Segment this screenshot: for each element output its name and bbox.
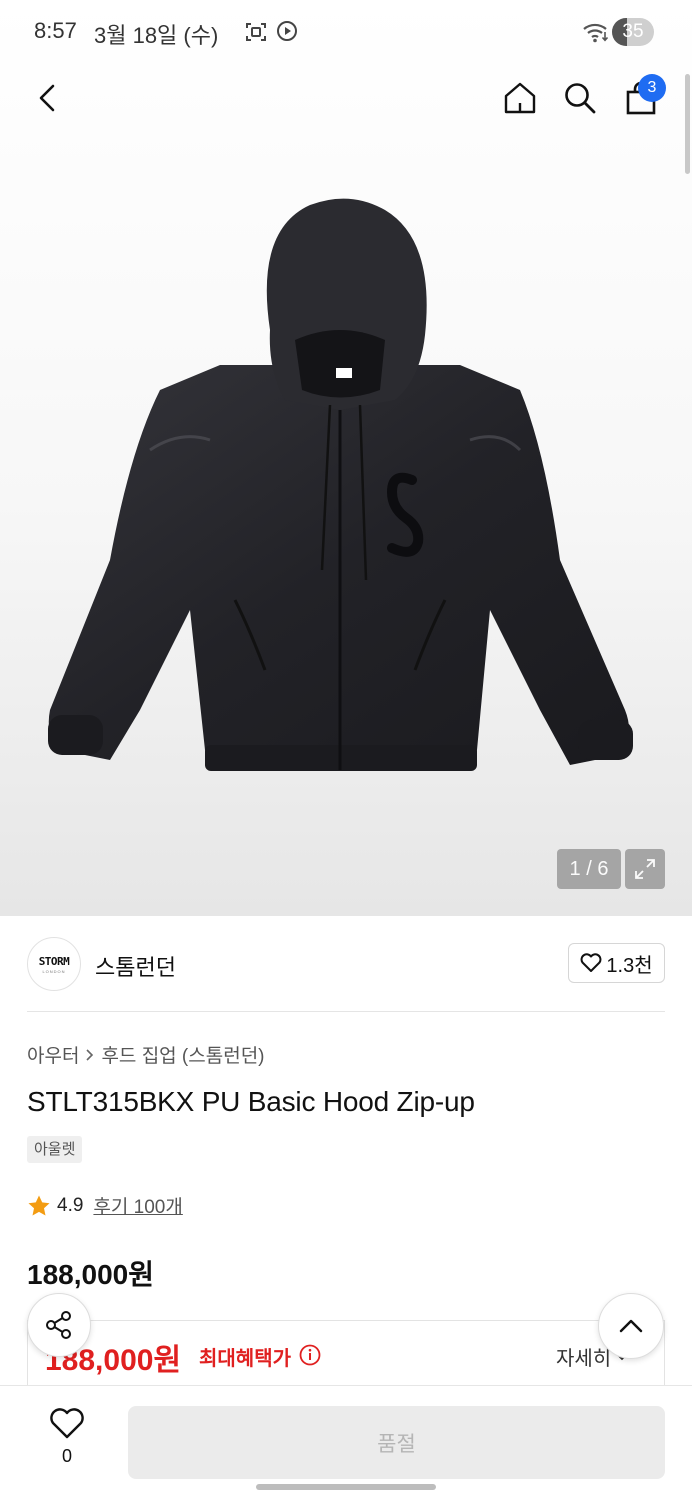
heart-icon [580, 953, 602, 972]
home-icon [504, 82, 536, 114]
search-icon [565, 83, 596, 114]
detail-label: 자세히 [556, 1348, 612, 1370]
breadcrumb-category[interactable]: 아우터 [27, 1041, 79, 1068]
divider [27, 1011, 665, 1012]
cart-count-badge: 3 [638, 74, 666, 102]
scroll-to-top-button[interactable] [598, 1293, 664, 1359]
home-indicator[interactable] [256, 1484, 436, 1490]
expand-image-button[interactable] [625, 849, 665, 889]
status-time: 8:57 [34, 18, 77, 43]
product-title: STLT315BKX PU Basic Hood Zip-up [27, 1086, 475, 1117]
battery-indicator: 35 [612, 18, 654, 46]
star-icon [28, 1195, 50, 1215]
media-play-icon [277, 21, 297, 41]
product-price: 188,000원 [27, 1259, 154, 1290]
share-icon [46, 1311, 71, 1339]
screenshot-icon [246, 23, 266, 41]
scrollbar[interactable] [685, 74, 690, 174]
back-button[interactable] [26, 76, 70, 120]
brand-logo[interactable]: STORM LONDON [27, 937, 81, 991]
brand-like-button[interactable]: 1.3천 [568, 943, 665, 983]
info-icon[interactable] [299, 1344, 321, 1366]
brand-logo-text: STORM [38, 954, 70, 968]
expand-icon [635, 859, 655, 879]
breadcrumb: 아우터 후드 집업 (스톰런던) [27, 1041, 265, 1068]
breadcrumb-subcategory[interactable]: 후드 집업 (스톰런던) [101, 1041, 264, 1068]
chevron-left-icon [39, 84, 55, 112]
wishlist-count: 0 [61, 1446, 72, 1466]
chevron-right-icon [86, 1048, 94, 1061]
brand-name[interactable]: 스톰런던 [95, 950, 176, 982]
chevron-up-icon [619, 1319, 643, 1333]
rating-score: 4.9 [57, 1194, 84, 1216]
wishlist-button[interactable]: 0 [40, 1408, 94, 1472]
outlet-tag: 아울렛 [27, 1136, 83, 1163]
battery-level: 35 [622, 21, 644, 42]
heart-icon [50, 1408, 84, 1439]
status-bar: 8:57 3월 18일 (수) 35 [0, 0, 692, 64]
brand-like-count: 1.3천 [606, 954, 653, 977]
image-counter: 1 / 6 [557, 849, 621, 889]
wifi-icon [583, 23, 609, 43]
max-benefit-label: 최대혜택가 [199, 1348, 291, 1370]
brand-logo-subtext: LONDON [42, 968, 66, 974]
status-date: 3월 18일 (수) [94, 23, 219, 48]
product-image[interactable] [40, 190, 640, 780]
review-link[interactable]: 후기 100개 [93, 1192, 182, 1219]
search-button[interactable] [558, 76, 602, 120]
sold-out-button[interactable]: 품절 [128, 1406, 665, 1479]
rating-row: 4.9 후기 100개 [27, 1192, 183, 1219]
share-button[interactable] [27, 1293, 91, 1357]
home-button[interactable] [498, 76, 542, 120]
